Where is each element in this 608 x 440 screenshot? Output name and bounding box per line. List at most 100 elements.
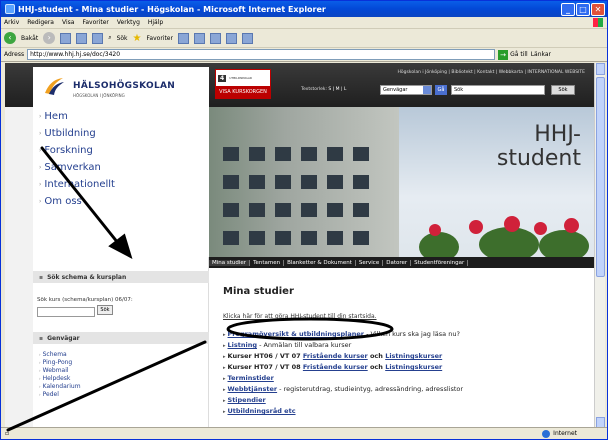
address-input[interactable]: http://www.hhj.hj.se/doc/3420 [27, 49, 496, 60]
listing-link[interactable]: Listning [228, 341, 257, 349]
tab-my-studies[interactable]: Mina studier [209, 259, 251, 266]
scholarships-link[interactable]: Stipendier [228, 396, 266, 404]
web-services-link[interactable]: Webbtjänster [228, 385, 278, 393]
show-basket-button[interactable]: VISA KURSKORGEN [215, 87, 271, 97]
go-button[interactable]: → Gå till [498, 49, 528, 60]
back-arrow-icon[interactable]: ‹ [4, 32, 16, 44]
menu-favorites[interactable]: Favoriter [82, 19, 108, 26]
window-title: HHJ-student - Mina studier - Högskolan -… [18, 4, 326, 14]
shortcut-select[interactable]: Genvägar [380, 85, 432, 95]
stop-icon[interactable] [60, 32, 72, 44]
mail-icon[interactable] [193, 32, 205, 44]
home-icon[interactable] [92, 32, 104, 44]
close-button[interactable]: ✕ [591, 2, 605, 16]
flowers-photo [409, 212, 595, 257]
sidebar-link-helpdesk[interactable]: › Helpdesk [39, 375, 70, 382]
tab-exams[interactable]: Tentamen [250, 259, 285, 266]
make-startpage-link[interactable]: Klicka här för att göra HHJ-student till… [223, 313, 377, 320]
program-overview-link[interactable]: Programöversikt & utbildningsplaner [228, 330, 365, 338]
tab-forms-documents[interactable]: Blanketter & Dokument [284, 259, 356, 266]
minimize-button[interactable]: _ [561, 2, 575, 16]
course-basket-promo[interactable]: 4 UTBILDNINGAR VISA KURSKORGEN [215, 69, 271, 99]
sidebar-link-schedule[interactable]: › Schema [39, 351, 67, 358]
arrow-right-icon: › [39, 392, 41, 397]
search-icon[interactable]: ⌕ [108, 34, 111, 42]
arrow-right-icon: ▸ [223, 387, 226, 393]
back-button[interactable]: Bakåt [21, 35, 38, 42]
schema-search-heading: ▪ Sök schema & kursplan [33, 271, 209, 283]
menu-help[interactable]: Hjälp [148, 19, 163, 26]
menu-view[interactable]: Visa [62, 19, 74, 26]
list-item: ▸ Stipendier [223, 396, 266, 404]
promo-count: 4 [218, 74, 227, 82]
arrow-right-icon: ▸ [223, 398, 226, 404]
site-search-input[interactable]: Sök [451, 85, 545, 95]
scroll-thumb[interactable] [596, 77, 605, 277]
tab-service[interactable]: Service [356, 259, 384, 266]
list-item: ▸ Kurser HT06 / VT 07 Fristående kurser o… [223, 352, 443, 360]
main-content: Mina studier Klicka här för att göra HHJ… [209, 268, 595, 429]
term-dates-link[interactable]: Terminstider [228, 374, 274, 382]
arrow-right-icon: ▸ [223, 332, 226, 338]
sidebar-link-webmail[interactable]: › Webmail [39, 367, 69, 374]
page-viewport: HÄLSOHÖGSKOLAN HÖGSKOLAN I JÖNKÖPING 4 U… [5, 63, 595, 429]
text-size-options[interactable]: S | M | L [328, 87, 346, 92]
arrow-right-icon: › [39, 384, 41, 389]
search-toolbar-button[interactable]: Sök [117, 35, 128, 42]
status-bar: ▫ Internet [1, 427, 607, 439]
nav-item-international[interactable]: › Internationellt [39, 179, 115, 190]
edit-icon[interactable] [225, 32, 237, 44]
hero-title: HHJ- student [496, 122, 581, 171]
favorites-star-icon[interactable]: ★ [133, 33, 142, 44]
sidebar-link-calendar[interactable]: › Kalendarium [39, 383, 81, 390]
bullet-icon: ▪ [39, 334, 44, 342]
menu-file[interactable]: Arkiv [4, 19, 19, 26]
menu-tools[interactable]: Verktyg [117, 19, 140, 26]
menu-edit[interactable]: Redigera [27, 19, 54, 26]
history-icon[interactable] [177, 32, 189, 44]
sidebar: ▪ Sök schema & kursplan Sök kurs (schema… [33, 257, 209, 429]
forward-arrow-icon[interactable]: › [43, 32, 56, 44]
arrow-right-icon: ▸ [223, 376, 226, 382]
scroll-up-arrow[interactable] [596, 63, 605, 75]
links-button[interactable]: Länkar [531, 51, 551, 58]
refresh-icon[interactable] [76, 32, 88, 44]
course-search-button[interactable]: Sök [97, 305, 113, 315]
arrow-right-icon: › [39, 130, 42, 137]
arrow-right-icon: › [39, 181, 42, 188]
tab-computers[interactable]: Datorer [383, 259, 412, 266]
nav-item-home[interactable]: › Hem [39, 111, 68, 122]
site-logo[interactable]: HÄLSOHÖGSKOLAN HÖGSKOLAN I JÖNKÖPING [33, 67, 209, 107]
top-links[interactable]: Högskolan i Jönköping | Bibliotekt | Kon… [398, 70, 585, 75]
tab-student-associations[interactable]: Studentföreningar [411, 259, 469, 266]
nav-item-education[interactable]: › Utbildning [39, 128, 96, 139]
vertical-scrollbar[interactable] [594, 63, 605, 429]
listing-courses-link[interactable]: Listningskurser [385, 363, 442, 371]
sidebar-link-pedel[interactable]: › Pedel [39, 391, 59, 398]
education-council-link[interactable]: Utbildningsråd etc [228, 407, 296, 415]
address-label: Adress [4, 51, 25, 58]
address-bar: Adress http://www.hhj.hj.se/doc/3420 → G… [1, 48, 607, 62]
text-size-control: Textstorlek: S | M | L [301, 87, 346, 92]
nav-item-collaboration[interactable]: › Samverkan [39, 162, 101, 173]
maximize-button[interactable]: □ [576, 2, 590, 16]
favorites-button[interactable]: Favoriter [147, 35, 173, 42]
nav-item-about[interactable]: › Om oss [39, 196, 82, 207]
freestanding-courses-link[interactable]: Fristående kurser [303, 352, 368, 360]
folder-icon[interactable] [241, 32, 253, 44]
course-search-label: Sök kurs (schema/kursplan) 06/07: [37, 297, 133, 303]
course-search-input[interactable] [37, 307, 95, 317]
building-photo [209, 107, 399, 257]
site-search-button[interactable]: Sök [551, 85, 575, 95]
logo-subtitle: HÖGSKOLAN I JÖNKÖPING [73, 93, 125, 98]
sidebar-link-ping-pong[interactable]: › Ping-Pong [39, 359, 72, 366]
freestanding-courses-link[interactable]: Fristående kurser [303, 363, 368, 371]
listing-courses-link[interactable]: Listningskurser [385, 352, 442, 360]
title-bar[interactable]: HHJ-student - Mina studier - Högskolan -… [1, 1, 607, 17]
print-icon[interactable] [209, 32, 221, 44]
arrow-right-icon: › [39, 376, 41, 381]
arrow-right-icon: › [39, 198, 42, 205]
shortcut-go-button[interactable]: Gå [435, 85, 447, 95]
nav-item-research[interactable]: › Forskning [39, 145, 93, 156]
main-navigation: › Hem › Utbildning › Forskning › Samverkan ›… [33, 107, 209, 257]
